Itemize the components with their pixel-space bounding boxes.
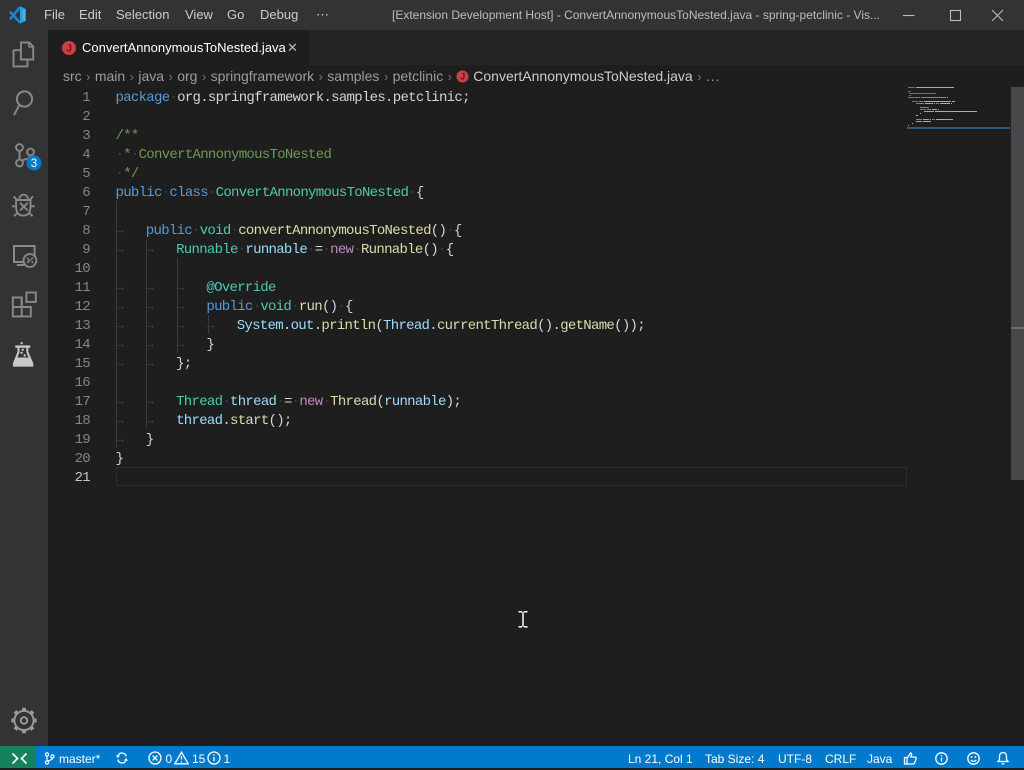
svg-text:J: J (66, 43, 72, 54)
svg-text:3: 3 (31, 158, 37, 170)
svg-text:J: J (461, 72, 466, 82)
